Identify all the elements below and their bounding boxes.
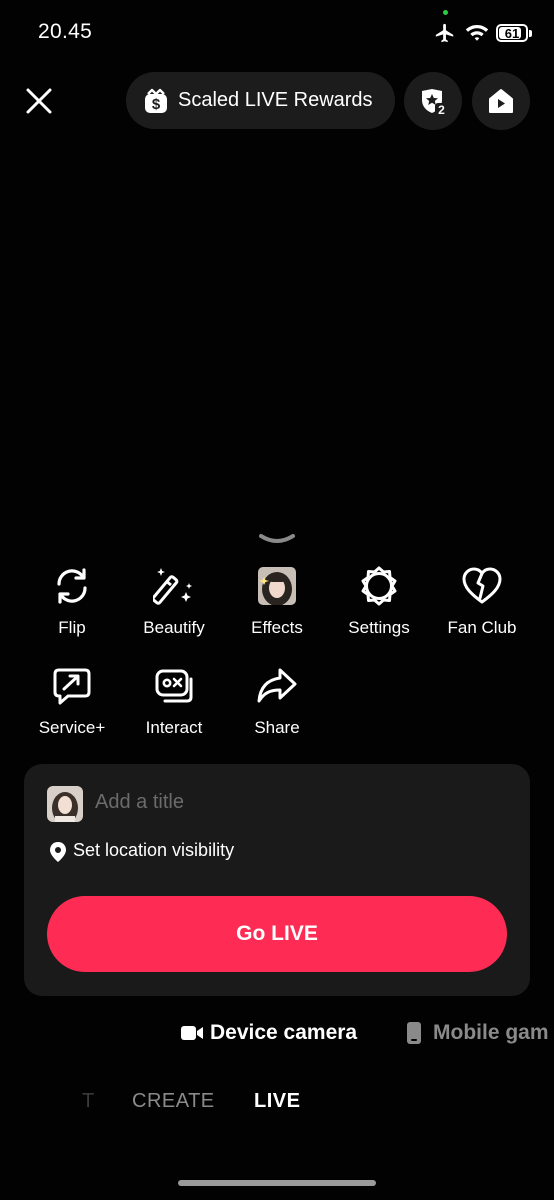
heart-icon [462,567,502,604]
phone-icon [407,1022,421,1044]
close-icon[interactable] [24,86,54,116]
home-play-icon [489,89,513,113]
live-rewards-button[interactable]: $ Scaled LIVE Rewards [126,72,395,129]
service-plus-label: Service+ [38,718,106,737]
avatar-image [47,786,83,822]
ranking-button[interactable]: 2 [404,72,462,130]
tab-live[interactable]: LIVE [254,1090,300,1113]
settings-button[interactable]: Settings [329,564,429,638]
battery-indicator: 61 [496,24,528,42]
effects-thumbnail [258,567,296,605]
device-camera-option[interactable]: Device camera [180,1021,357,1045]
beautify-label: Beautify [143,618,205,637]
privacy-indicator-dot [443,10,448,15]
battery-level: 61 [504,25,520,41]
video-camera-icon [181,1026,203,1040]
device-camera-label: Device camera [210,1021,358,1044]
tab-create[interactable]: CREATE [132,1090,215,1113]
interact-game-icon [155,669,193,703]
share-button[interactable]: Share [227,664,327,738]
flip-label: Flip [58,618,86,637]
avatar[interactable] [47,786,83,822]
mobile-game-label: Mobile gam [433,1021,549,1044]
fan-club-label: Fan Club [447,618,517,637]
settings-gear-icon [361,566,397,606]
title-input[interactable]: Add a title [95,791,184,814]
effects-button[interactable]: Effects [227,564,327,638]
effects-label: Effects [251,618,303,637]
collapse-chevron-icon[interactable] [257,532,297,548]
share-label: Share [254,718,300,737]
flip-icon [57,568,87,604]
interact-button[interactable]: Interact [124,664,224,738]
go-live-button[interactable]: Go LIVE [47,896,507,972]
share-arrow-icon [257,668,297,703]
service-chat-icon [53,668,91,705]
svg-text:$: $ [152,96,161,113]
mobile-game-option[interactable]: Mobile gam [406,1021,549,1045]
fan-club-button[interactable]: Fan Club [432,564,532,638]
beautify-wand-icon [153,568,192,605]
location-pin-icon [50,842,66,862]
rewards-dollar-icon: $ [145,88,167,113]
settings-label: Settings [348,618,410,637]
status-time: 20.45 [38,20,93,43]
ranking-shield-icon: 2 [422,89,448,116]
beautify-button[interactable]: Beautify [124,564,224,638]
wifi-icon [465,25,489,41]
airplane-mode-icon [435,23,454,43]
flip-button[interactable]: Flip [22,564,122,638]
tab-partial[interactable]: T [82,1090,95,1113]
rewards-label: Scaled LIVE Rewards [178,89,373,111]
battery-cap [529,30,532,37]
service-plus-button[interactable]: Service+ [22,664,122,738]
live-home-button[interactable] [472,72,530,130]
home-indicator[interactable] [178,1180,376,1186]
location-visibility-button[interactable]: Set location visibility [73,840,234,861]
rank-badge: 2 [438,103,445,116]
interact-label: Interact [145,718,203,737]
